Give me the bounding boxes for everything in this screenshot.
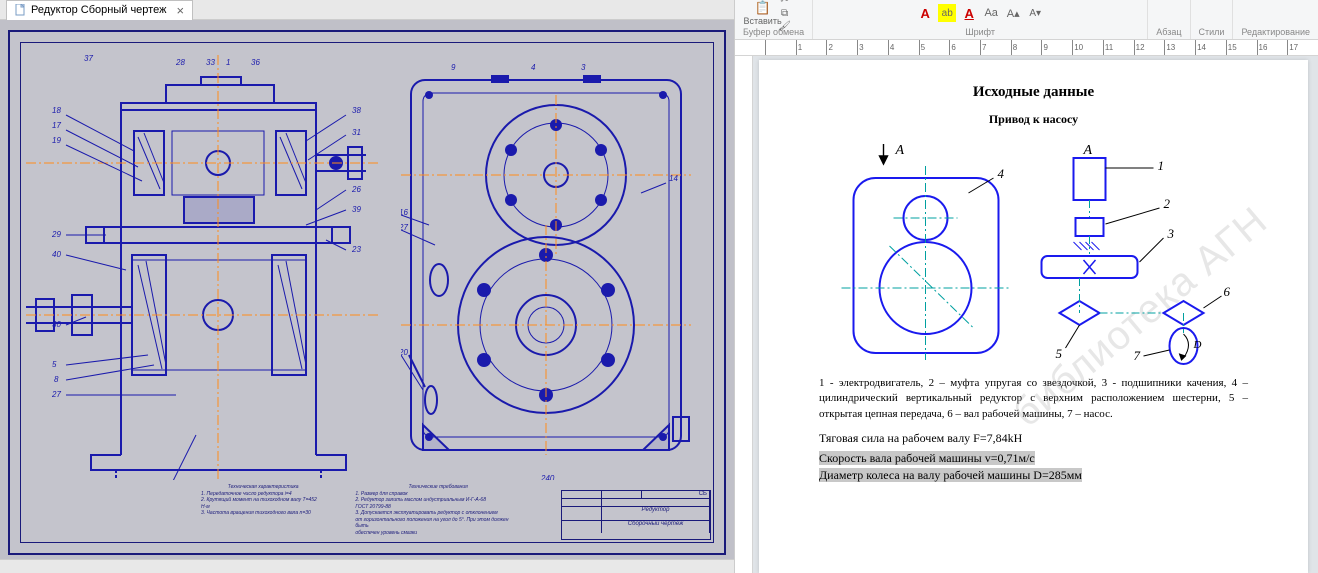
font-color-2-icon[interactable]: A (960, 4, 978, 22)
change-case-icon[interactable]: Aa (982, 4, 1000, 22)
doc-heading: Исходные данные (819, 82, 1248, 103)
legend-text: 1 - электродвигатель, 2 – муфта упругая … (819, 376, 1248, 422)
svg-text:4: 4 (998, 166, 1005, 181)
cut-icon[interactable]: ✂ (776, 0, 794, 6)
svg-text:14: 14 (669, 174, 678, 183)
svg-text:9: 9 (451, 63, 456, 72)
drawing-frame: 181719 294030 5827 383126 3923 372833 13… (20, 42, 714, 543)
word-application: 📋 Вставить ✂ ⧉ 🖌 Буфер обмена A ab A Aa … (734, 0, 1318, 573)
svg-text:20: 20 (401, 348, 408, 357)
svg-text:27: 27 (51, 390, 61, 399)
shrink-font-icon[interactable]: A▾ (1026, 4, 1044, 22)
svg-text:23: 23 (351, 245, 361, 254)
horizontal-ruler[interactable]: 1234567891011121314151617 (735, 40, 1318, 56)
cad-tab-title: Редуктор Сборный чертеж (31, 4, 166, 16)
svg-text:17: 17 (52, 121, 61, 130)
svg-text:36: 36 (251, 58, 260, 67)
drawing-notes: Техническая характеристика 1. Передаточн… (201, 484, 521, 536)
cad-horizontal-scrollbar[interactable] (0, 559, 734, 573)
cad-application: Редуктор Сборный чертеж × (0, 0, 734, 573)
paste-button[interactable]: 📋 Вставить (754, 0, 772, 26)
svg-text:1: 1 (226, 58, 230, 67)
svg-text:26: 26 (351, 185, 361, 194)
ribbon-group-font: A ab A Aa A▴ A▾ Шрифт (813, 0, 1148, 39)
svg-text:27: 27 (401, 223, 408, 232)
svg-text:31: 31 (352, 128, 361, 137)
svg-text:38: 38 (352, 106, 361, 115)
svg-text:33: 33 (206, 58, 215, 67)
svg-text:40: 40 (52, 250, 61, 259)
ribbon-group-clipboard: 📋 Вставить ✂ ⧉ 🖌 Буфер обмена (735, 0, 813, 39)
drawing-sheet: 181719 294030 5827 383126 3923 372833 13… (8, 30, 726, 555)
svg-text:37: 37 (84, 55, 93, 63)
svg-text:4: 4 (531, 63, 536, 72)
kinematic-scheme: A A 4 (819, 138, 1248, 368)
svg-text:18: 18 (52, 106, 61, 115)
ribbon-group-styles: Стили (1191, 0, 1234, 39)
doc-subheading: Привод к насосу (819, 111, 1248, 128)
clipboard-icon: 📋 (754, 0, 770, 16)
highlight-icon[interactable]: ab (938, 4, 956, 22)
font-color-icon[interactable]: A (916, 4, 934, 22)
svg-text:28: 28 (175, 58, 185, 67)
grow-font-icon[interactable]: A▴ (1004, 4, 1022, 22)
ribbon: 📋 Вставить ✂ ⧉ 🖌 Буфер обмена A ab A Aa … (735, 0, 1318, 40)
svg-text:29: 29 (51, 230, 61, 239)
cad-tab-active[interactable]: Редуктор Сборный чертеж × (6, 0, 193, 20)
param-diameter: Диаметр колеса на валу рабочей машины D=… (819, 468, 1082, 482)
svg-text:A: A (895, 143, 905, 158)
svg-text:2: 2 (1164, 196, 1171, 211)
svg-text:16: 16 (401, 208, 408, 217)
param-force: Тяговая сила на рабочем валу F=7,84kH (819, 430, 1248, 447)
svg-text:3: 3 (1167, 226, 1175, 241)
close-icon[interactable]: × (176, 3, 184, 18)
svg-text:7: 7 (1134, 348, 1141, 363)
svg-text:39: 39 (352, 205, 361, 214)
document-page[interactable]: библиотека АГН Исходные данные Привод к … (759, 60, 1308, 573)
copy-icon[interactable]: ⧉ (776, 7, 794, 19)
document-icon (15, 4, 27, 16)
svg-text:5: 5 (52, 360, 57, 369)
svg-text:1: 1 (1158, 158, 1165, 173)
reducer-plan-view: 14 27 16 20 9 4 3 240 (401, 55, 691, 480)
svg-text:D: D (1193, 339, 1202, 351)
svg-text:19: 19 (52, 136, 61, 145)
ribbon-group-editing: Редактирование (1233, 0, 1318, 39)
title-block: СБ Редуктор Сборочный чертеж (561, 490, 711, 540)
cad-tab-bar: Редуктор Сборный чертеж × (0, 0, 734, 20)
cad-viewport[interactable]: 181719 294030 5827 383126 3923 372833 13… (0, 20, 734, 573)
vertical-ruler[interactable] (735, 56, 753, 573)
svg-text:6: 6 (1224, 284, 1231, 299)
reducer-section-view: 18 17 19 29 40 30 5 8 27 38 31 26 39 23 37 28 33 1 3… (26, 55, 381, 480)
svg-text:3: 3 (581, 63, 586, 72)
svg-text:30: 30 (52, 320, 61, 329)
document-area: библиотека АГН Исходные данные Привод к … (735, 56, 1318, 573)
ribbon-group-paragraph: Абзац (1148, 0, 1190, 39)
param-speed: Скорость вала рабочей машины v=0,71м/с (819, 451, 1035, 465)
svg-text:240: 240 (540, 474, 555, 480)
svg-text:8: 8 (54, 375, 59, 384)
svg-text:5: 5 (1056, 346, 1063, 361)
svg-text:A: A (1083, 143, 1093, 158)
